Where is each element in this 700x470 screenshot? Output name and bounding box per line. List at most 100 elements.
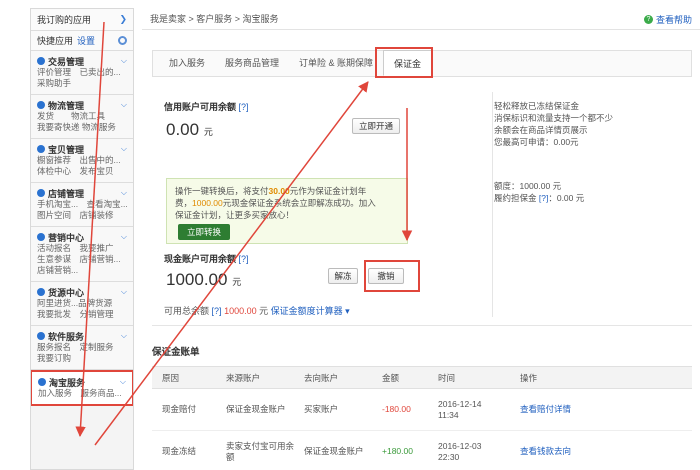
performance-guarantee-line: 履约担保金 [?]：0.00 元 [494, 192, 694, 204]
available-amount: 1000.00 [224, 306, 257, 316]
date: 2016-12-14 [438, 398, 482, 409]
gear-icon[interactable] [118, 36, 127, 45]
available-help-link[interactable]: [?] [212, 306, 222, 316]
cell-to: 买家账户 [294, 388, 372, 431]
chevron-down-icon[interactable]: ⌵ [121, 331, 127, 341]
sidebar-section-items[interactable]: 宝贝管理 ⌵ 橱窗推荐 出售中的... 体检中心 发布宝贝 [31, 139, 133, 183]
chevron-down-icon[interactable]: ⌵ [121, 188, 127, 198]
column-header: 操作 [510, 366, 692, 389]
cell-reason: 现金赔付 [152, 388, 216, 431]
sidebar-link[interactable]: 图片空间 店铺装修 [37, 210, 127, 221]
sidebar-link[interactable]: 体检中心 发布宝贝 [37, 166, 127, 177]
help-link[interactable]: ? 查看帮助 [643, 8, 692, 30]
tab-service-goods[interactable]: 服务商品管理 [215, 50, 289, 76]
sidebar-section-title: 宝贝管理 [48, 144, 85, 155]
my-apps-header[interactable]: 我订购的应用 ❯ [31, 9, 133, 31]
credit-help-link[interactable]: [?] [239, 102, 249, 112]
sidebar-section-shop[interactable]: 店铺管理 ⌵ 手机淘宝... 查看淘宝... 图片空间 店铺装修 [31, 183, 133, 227]
view-compensation-link[interactable]: 查看赔付详情 [510, 388, 692, 431]
available-label: 可用总余额 [164, 306, 210, 316]
info-line: 余额会在商品详情页展示 [494, 125, 588, 135]
cash-balance: 1000.00 元 [166, 270, 241, 290]
sidebar-link[interactable]: 我要批发 分销管理 [37, 309, 127, 320]
sidebar-link[interactable]: 店铺营销... [37, 265, 127, 276]
cell-from: 保证金现金账户 [216, 388, 294, 431]
info-line: 轻松释放已冻结保证金 [494, 101, 580, 111]
trade-icon [37, 57, 45, 65]
service-icon [38, 378, 46, 386]
column-header: 时间 [428, 366, 510, 389]
cell-amount: -180.00 [372, 388, 428, 431]
promo-text: 元现金保证金系统会立即解冻成功。加入 [222, 198, 376, 208]
breadcrumb-text[interactable]: 我是卖家 > 客户服务 > 淘宝服务 [150, 12, 279, 25]
marketing-icon [37, 233, 45, 241]
sidebar-section-title: 营销中心 [48, 232, 85, 243]
sidebar-link[interactable]: 加入服务 服务商品... [38, 388, 126, 399]
breadcrumb: 我是卖家 > 客户服务 > 淘宝服务 ? 查看帮助 [142, 8, 700, 30]
quick-apps-settings-link[interactable]: 设置 [77, 34, 95, 47]
sidebar-section-taobao-service[interactable]: 淘宝服务 ⌵ 加入服务 服务商品... [31, 370, 133, 406]
supply-icon [37, 288, 45, 296]
cell-time: 2016-12-14 11:34 [428, 388, 510, 431]
sidebar-section-title: 店铺管理 [48, 188, 85, 199]
promo-amount: 30.00 [268, 186, 290, 196]
sidebar-section-logistics[interactable]: 物流管理 ⌵ 发货 物流工具 我要寄快递 物流服务 [31, 95, 133, 139]
sidebar-section-software[interactable]: 软件服务 ⌵ 服务报名 定制服务 我要订购 [31, 326, 133, 370]
cash-balance-label: 现金账户可用余额 [?] [164, 252, 249, 265]
cash-amount: 1000.00 [166, 270, 228, 289]
perf-help-link[interactable]: [?] [539, 193, 548, 203]
sidebar-section-title: 交易管理 [48, 56, 85, 67]
info-line: 您最高可申请：0.00元 [494, 137, 579, 147]
sidebar-section-supply[interactable]: 货源中心 ⌵ 阿里进货...品牌货源 我要批发 分销管理 [31, 282, 133, 326]
shop-icon [37, 189, 45, 197]
ledger-table: 原因 来源账户 去向账户 金额 时间 操作 现金赔付 保证金现金账户 买家账户 … [152, 366, 692, 470]
chevron-down-icon[interactable]: ⌵ [121, 56, 127, 66]
promo-text: 保证金计划，让更多买家放心！ [175, 210, 295, 220]
sidebar-section-title: 软件服务 [48, 331, 85, 342]
sidebar-link[interactable]: 服务报名 定制服务 [37, 342, 127, 353]
deposit-calculator-link[interactable]: 保证金额度计算器 ▾ [271, 306, 350, 316]
chevron-down-icon[interactable]: ⌵ [120, 377, 126, 387]
chevron-right-icon[interactable]: ❯ [119, 14, 127, 25]
tab-join-service[interactable]: 加入服务 [159, 50, 215, 76]
unfreeze-button[interactable]: 解冻 [328, 268, 358, 284]
sidebar-link[interactable]: 发货 物流工具 [37, 111, 127, 122]
sidebar-link[interactable]: 阿里进货...品牌货源 [37, 298, 127, 309]
chevron-down-icon[interactable]: ⌵ [121, 287, 127, 297]
column-header: 金额 [372, 366, 428, 389]
cell-amount: +180.00 [372, 430, 428, 470]
view-money-flow-link[interactable]: 查看钱款去向 [510, 430, 692, 470]
sidebar-link[interactable]: 橱窗推荐 出售中的... [37, 155, 127, 166]
chevron-down-icon[interactable]: ⌵ [121, 100, 127, 110]
sidebar-link[interactable]: 评价管理 已卖出的... [37, 67, 127, 78]
perf-value: ：0.00 元 [548, 193, 585, 203]
chevron-down-icon[interactable]: ⌵ [121, 144, 127, 154]
available-unit: 元 [259, 306, 269, 316]
cash-help-link[interactable]: [?] [239, 254, 249, 264]
table-header-row: 原因 来源账户 去向账户 金额 时间 操作 [152, 366, 692, 389]
promo-text: 费， [175, 198, 193, 208]
sidebar: 我订购的应用 ❯ 快捷应用 设置 交易管理 ⌵ 评价管理 已卖出的... 采购助手… [30, 8, 134, 470]
help-icon: ? [643, 14, 653, 24]
promo-text: 元作为保证金计划年 [289, 186, 367, 196]
table-row: 现金冻结 卖家支付宝可用余额 保证金现金账户 +180.00 2016-12-0… [152, 430, 692, 470]
quick-apps-bar: 快捷应用 设置 [31, 31, 133, 51]
open-now-button[interactable]: 立即开通 [352, 118, 400, 134]
available-total: 可用总余额 [?] 1000.00 元 保证金额度计算器 ▾ [164, 304, 350, 317]
convert-now-button[interactable]: 立即转换 [178, 224, 230, 240]
tab-order-insurance[interactable]: 订单险 & 账期保障 [289, 50, 383, 76]
sidebar-link[interactable]: 我要寄快递 物流服务 [37, 122, 127, 133]
sidebar-link[interactable]: 手机淘宝... 查看淘宝... [37, 199, 127, 210]
sidebar-link[interactable]: 采购助手 [37, 78, 127, 89]
sidebar-section-trade[interactable]: 交易管理 ⌵ 评价管理 已卖出的... 采购助手 [31, 51, 133, 95]
sidebar-section-marketing[interactable]: 营销中心 ⌵ 活动报名 我要推广 生意参谋 店铺营销... 店铺营销... [31, 227, 133, 282]
promo-amount: 1000.00 [192, 198, 223, 208]
sidebar-link[interactable]: 活动报名 我要推广 [37, 243, 127, 254]
sidebar-link[interactable]: 我要订购 [37, 353, 127, 364]
credit-balance: 0.00 元 [166, 120, 213, 140]
logistics-icon [37, 101, 45, 109]
chevron-down-icon[interactable]: ⌵ [121, 232, 127, 242]
column-header: 去向账户 [294, 366, 372, 389]
column-header: 原因 [152, 366, 216, 389]
sidebar-link[interactable]: 生意参谋 店铺营销... [37, 254, 127, 265]
